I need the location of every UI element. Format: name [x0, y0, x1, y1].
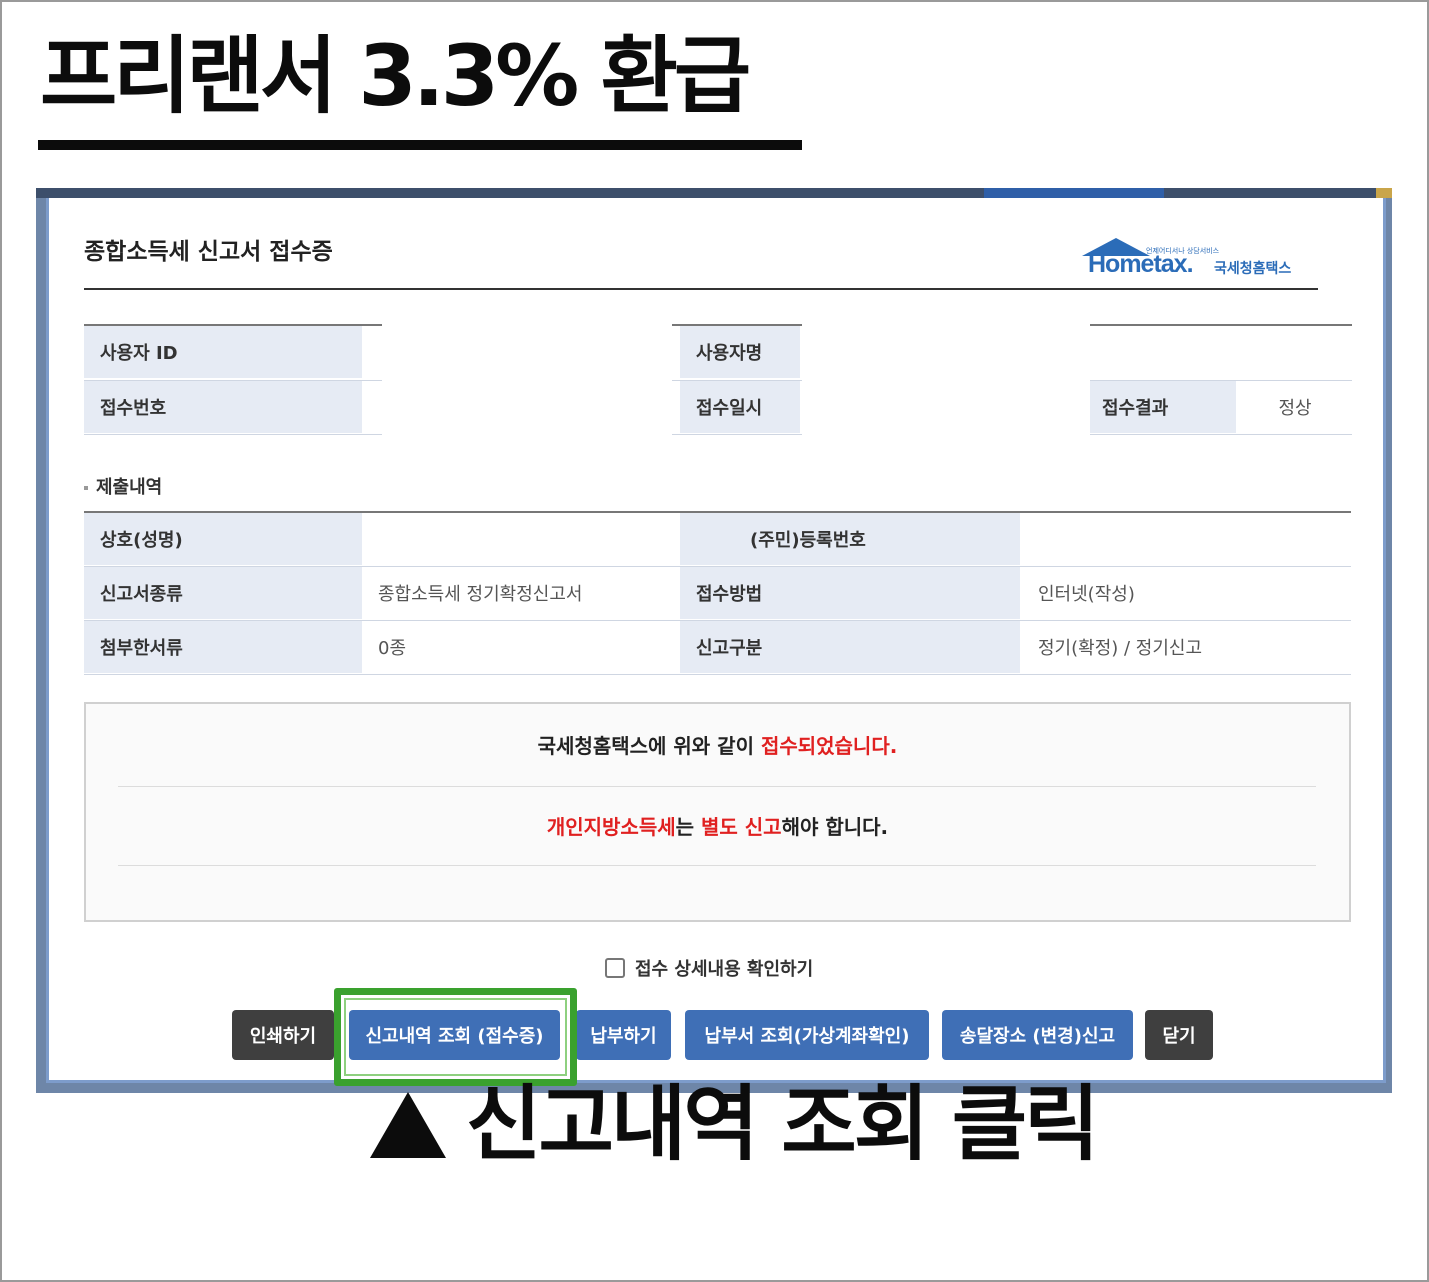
notice-line-1: 국세청홈택스에 위와 같이 접수되었습니다.: [84, 730, 1351, 759]
receipt-time-label: 접수일시: [680, 381, 800, 433]
notice-divider: [118, 786, 1316, 787]
table-bottom-border: [84, 434, 382, 435]
detail-checkbox-label: 접수 상세내용 확인하기: [635, 959, 814, 980]
method-value: 인터넷(작성): [1022, 567, 1351, 619]
notice-line-2: 개인지방소득세는 별도 신고해야 합니다.: [84, 811, 1351, 840]
highlight-inner: [344, 998, 567, 1076]
attach-value: 0종: [362, 621, 678, 673]
logo-word: Hometax.: [1088, 250, 1194, 278]
detail-checkbox[interactable]: [605, 958, 625, 978]
logo-subtitle: 국세청홈택스: [1214, 261, 1292, 277]
user-id-value: [362, 326, 382, 378]
result-value: 정상: [1238, 381, 1352, 433]
notice-line-1-text: 국세청홈택스에 위와 같이: [537, 734, 761, 758]
receipt-no-label: 접수번호: [84, 381, 362, 433]
category-value: 정기(확정) / 정기신고: [1022, 621, 1351, 673]
dialog-title: 종합소득세 신고서 접수증: [84, 239, 333, 265]
table-top-border: [1090, 324, 1352, 326]
user-name-label: 사용자명: [680, 326, 800, 378]
backdrop-tab: [984, 188, 1164, 198]
history-button-highlight: [334, 988, 577, 1086]
section-title: 제출내역: [84, 473, 162, 499]
form-type-label: 신고서종류: [84, 567, 362, 619]
backdrop-corner: [1376, 188, 1392, 198]
hometax-logo: 언제어디서나 상담서비스 Hometax. 국세청홈택스: [1080, 236, 1320, 286]
regno-value: [1022, 513, 1351, 565]
notice-divider: [118, 865, 1316, 866]
regno-label: (주민)등록번호: [680, 513, 1020, 565]
submit-table-bottom-border: [84, 674, 1351, 675]
result-label: 접수결과: [1090, 381, 1236, 433]
notice-line-1-highlight: 접수되었습니다.: [760, 734, 898, 758]
notice-line-2-highlight-2: 별도 신고: [701, 815, 782, 839]
headline-underline: [38, 140, 802, 150]
backdrop-topbar: [36, 188, 1392, 198]
up-triangle-icon: [370, 1092, 446, 1159]
section-title-text: 제출내역: [96, 477, 163, 498]
address-button[interactable]: 송달장소 (변경)신고: [942, 1010, 1133, 1060]
notice-line-2-text-1: 는: [675, 815, 702, 839]
print-button[interactable]: 인쇄하기: [232, 1010, 334, 1060]
table-bottom-border: [672, 434, 802, 435]
attach-label: 첨부한서류: [84, 621, 362, 673]
pay-button[interactable]: 납부하기: [576, 1010, 671, 1060]
notice-line-2-highlight-1: 개인지방소득세: [546, 815, 676, 839]
notice-line-2-text-2: 해야 합니다.: [781, 815, 889, 839]
caption: 신고내역 조회 클릭: [370, 1077, 1100, 1172]
close-button[interactable]: 닫기: [1145, 1010, 1213, 1060]
name-label: 상호(성명): [84, 513, 362, 565]
user-id-label: 사용자 ID: [84, 326, 362, 378]
method-label: 접수방법: [680, 567, 1020, 619]
detail-checkbox-row[interactable]: 접수 상세내용 확인하기: [605, 955, 813, 981]
table-bottom-border: [1090, 434, 1352, 435]
caption-text: 신고내역 조회 클릭: [466, 1077, 1100, 1172]
headline: 프리랜서 3.3% 환급: [40, 27, 751, 125]
bill-button[interactable]: 납부서 조회(가상계좌확인): [685, 1010, 929, 1060]
title-divider: [84, 288, 1318, 290]
category-label: 신고구분: [680, 621, 1020, 673]
name-value: [362, 513, 678, 565]
bullet-icon: [84, 486, 88, 490]
form-type-value: 종합소득세 정기확정신고서: [362, 567, 678, 619]
